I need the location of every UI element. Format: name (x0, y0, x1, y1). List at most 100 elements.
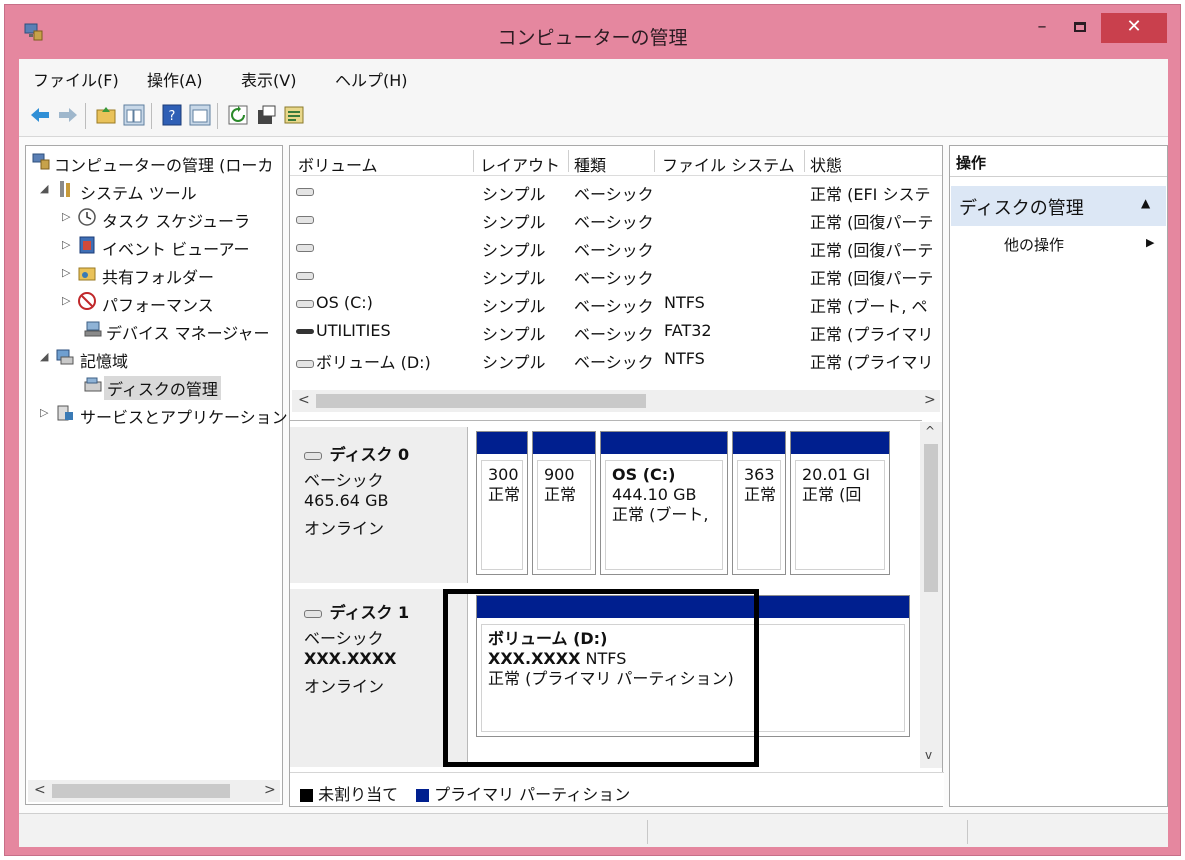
export-icon[interactable] (283, 104, 305, 126)
type-cell: ベーシック (574, 269, 654, 288)
close-button[interactable]: ✕ (1101, 13, 1167, 43)
collapsed-triangle-icon[interactable]: ▷ (62, 210, 72, 223)
menu-help[interactable]: ヘルプ(H) (335, 67, 408, 91)
type-cell: ベーシック (574, 241, 654, 260)
column-divider[interactable] (473, 150, 474, 172)
actions-more-label: 他の操作 (1004, 236, 1065, 254)
volume-list-horizontal-scrollbar[interactable]: < > (292, 390, 940, 412)
column-header-layout[interactable]: レイアウト (480, 152, 568, 176)
volume-row[interactable]: シンプル ベーシック 正常 (回復パーテ (290, 206, 942, 234)
unallocated-swatch (300, 789, 313, 802)
event-log-icon (79, 236, 95, 254)
svg-text:?: ? (169, 109, 176, 124)
column-header-volume[interactable]: ボリューム (298, 152, 468, 176)
column-header-file-system[interactable]: ファイル システム (662, 152, 802, 176)
scroll-left-icon[interactable]: < (34, 782, 46, 798)
volume-row[interactable]: シンプル ベーシック 正常 (EFI システ (290, 178, 942, 206)
maximize-button[interactable] (1063, 13, 1097, 43)
volume-row[interactable]: シンプル ベーシック 正常 (回復パーテ (290, 262, 942, 290)
column-header-status[interactable]: 状態 (810, 152, 940, 176)
show-hide-action-pane-icon[interactable] (189, 104, 211, 126)
title-bar: コンピューターの管理 – ✕ (5, 5, 1180, 59)
layout-cell: シンプル (482, 353, 546, 372)
disk-0-size: 465.64 GB (304, 491, 389, 510)
status-cell: 正常 (プライマリ . (810, 353, 940, 372)
disk-0-label[interactable]: ディスク 0 ベーシック 465.64 GB オンライン (290, 427, 468, 583)
scroll-down-icon[interactable]: v (925, 748, 932, 762)
disk-0-type: ベーシック (304, 471, 384, 490)
column-divider[interactable] (804, 150, 805, 172)
legend-primary-label: プライマリ パーティション (434, 785, 631, 804)
disk-1-type: ベーシック (304, 629, 384, 648)
status-divider (967, 820, 968, 844)
actions-section-disk-management[interactable]: ディスクの管理 ▲ (951, 186, 1166, 226)
minimize-button[interactable]: – (1025, 13, 1059, 43)
disk-0-partition-4[interactable]: 363 正常 (732, 431, 786, 575)
status-divider (647, 820, 648, 844)
services-icon (57, 405, 73, 421)
volume-row[interactable]: ボリューム (D:) シンプル ベーシック NTFS 正常 (プライマリ . (290, 346, 942, 374)
expanded-triangle-icon[interactable]: ◢ (40, 182, 50, 195)
clock-icon (78, 208, 96, 226)
menu-view[interactable]: 表示(V) (241, 67, 296, 91)
scroll-up-icon[interactable]: ^ (925, 424, 935, 438)
type-cell: ベーシック (574, 185, 654, 204)
partition-info: 20.01 GI 正常 (回 (795, 460, 885, 570)
column-divider[interactable] (568, 150, 569, 172)
disk-0-partition-os-c[interactable]: OS (C:) 444.10 GB 正常 (ブート, (600, 431, 728, 575)
scrollbar-thumb[interactable] (924, 444, 938, 592)
scroll-left-icon[interactable]: < (298, 392, 310, 408)
storage-icon (56, 349, 74, 365)
actions-more-item[interactable]: 他の操作 ▶ (950, 230, 1167, 258)
collapsed-triangle-icon[interactable]: ▷ (40, 406, 50, 419)
partition-info: 900 正常 (537, 460, 591, 570)
disk-0-partition-1[interactable]: 300 正常 (476, 431, 528, 575)
toolbar: ? (19, 95, 1168, 137)
scrollbar-thumb[interactable] (52, 784, 230, 798)
disk-0-partition-5[interactable]: 20.01 GI 正常 (回 (790, 431, 890, 575)
volume-name-cell: UTILITIES (296, 321, 472, 340)
volume-name: ボリューム (D:) (316, 353, 431, 372)
disk-1-label[interactable]: ディスク 1 ベーシック XXX.XXXX オンライン (290, 589, 468, 767)
expanded-triangle-icon[interactable]: ◢ (40, 350, 50, 363)
show-hide-tree-icon[interactable] (123, 104, 145, 126)
volume-list-header: ボリューム レイアウト 種類 ファイル システム 状態 (290, 146, 942, 176)
partition-info: 363 正常 (737, 460, 781, 570)
disk-name-text: ディスク 0 (329, 445, 410, 464)
scroll-right-icon[interactable]: > (264, 782, 276, 798)
volume-name-cell (296, 265, 472, 284)
status-cell: 正常 (プライマリ . (810, 325, 940, 344)
collapsed-triangle-icon[interactable]: ▷ (62, 238, 72, 251)
menu-action[interactable]: 操作(A) (147, 67, 202, 91)
collapsed-triangle-icon[interactable]: ▷ (62, 266, 72, 279)
menu-file[interactable]: ファイル(F) (33, 67, 119, 91)
file-system-cell: NTFS (664, 349, 705, 368)
column-header-type[interactable]: 種類 (574, 152, 654, 176)
primary-partition-bar (477, 432, 527, 454)
up-folder-icon[interactable] (95, 104, 117, 126)
device-manager-icon (84, 321, 102, 337)
layout-cell: シンプル (482, 185, 546, 204)
tree-horizontal-scrollbar[interactable]: < > (28, 780, 280, 802)
refresh-icon[interactable] (227, 104, 249, 126)
actions-pane: 操作 ディスクの管理 ▲ 他の操作 ▶ (949, 145, 1168, 807)
scrollbar-thumb[interactable] (316, 394, 646, 408)
collapse-arrow-icon[interactable]: ▲ (1141, 196, 1150, 210)
volume-name-cell (296, 209, 472, 228)
volume-row[interactable]: UTILITIES シンプル ベーシック FAT32 正常 (プライマリ . (290, 318, 942, 346)
disk-1-size: XXX.XXXX (304, 649, 397, 668)
collapsed-triangle-icon[interactable]: ▷ (62, 294, 72, 307)
disk-0-partition-2[interactable]: 900 正常 (532, 431, 596, 575)
legend: 未割り当て プライマリ パーティション (290, 772, 944, 806)
volume-row[interactable]: シンプル ベーシック 正常 (回復パーテ (290, 234, 942, 262)
column-divider[interactable] (654, 150, 655, 172)
forward-arrow-icon[interactable] (57, 104, 79, 126)
properties-icon[interactable] (255, 104, 277, 126)
scroll-right-icon[interactable]: > (924, 392, 936, 408)
disk-map-vertical-scrollbar[interactable]: ^ v (920, 422, 942, 768)
volume-row[interactable]: OS (C:) シンプル ベーシック NTFS 正常 (ブート, ペ (290, 290, 942, 318)
disk-0-state: オンライン (304, 519, 385, 538)
primary-partition-bar (733, 432, 785, 454)
help-icon[interactable]: ? (161, 104, 183, 126)
back-arrow-icon[interactable] (29, 104, 51, 126)
